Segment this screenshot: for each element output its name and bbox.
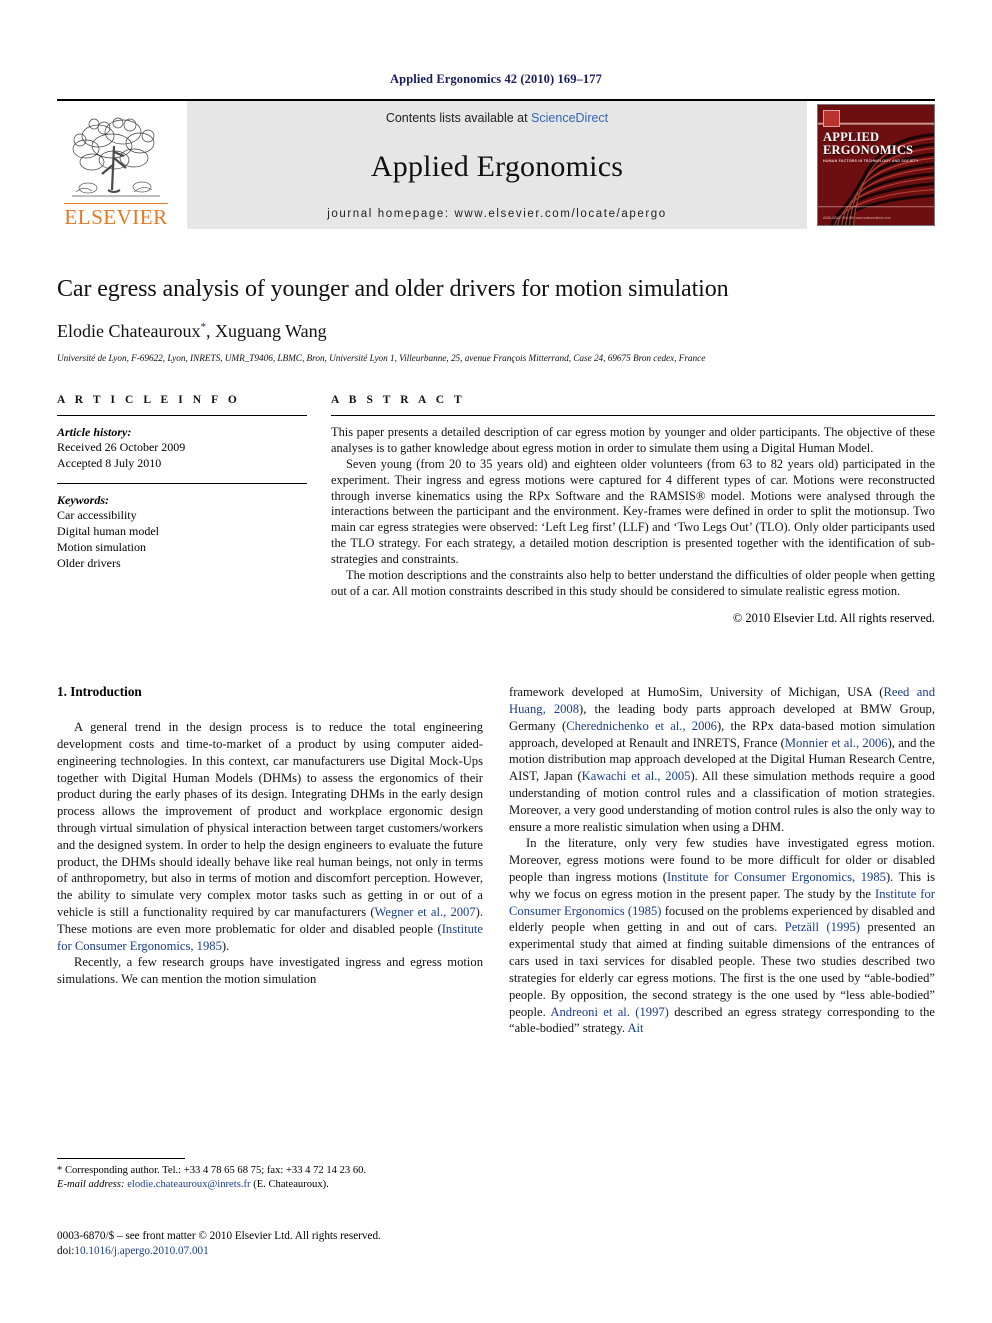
email-suffix: (E. Chateauroux). [253,1179,329,1191]
body-column-left: 1. Introduction A general trend in the d… [57,684,483,1037]
article-accepted-date: Accepted 8 July 2010 [57,455,162,470]
email-link[interactable]: elodie.chateauroux@inrets.fr [127,1179,250,1190]
citation-link[interactable]: Kawachi et al., 2005 [582,769,691,783]
doi-line: doi:10.1016/j.apergo.2010.07.001 [57,1244,577,1259]
cover-title-line2: ERGONOMICS [823,142,914,157]
cover-elsevier-mark-icon [823,110,840,127]
abstract-paragraph: Seven young (from 20 to 35 years old) an… [331,456,935,567]
keyword-item: Motion simulation [57,540,147,555]
footnote-divider [57,1158,185,1159]
citation-link[interactable]: Institute for Consumer Ergonomics, 1985 [667,870,886,884]
email-label: E-mail address: [57,1179,125,1191]
article-received-date: Received 26 October 2009 [57,439,186,454]
keyword-item: Older drivers [57,555,121,570]
body-column-right: framework developed at HumoSim, Universi… [509,684,935,1037]
journal-cover-thumbnail: APPLIED ERGONOMICS HUMAN FACTORS IN TECH… [817,104,935,226]
author-list: Elodie Chateauroux*, Xuguang Wang [57,321,935,342]
abstract-paragraph: The motion descriptions and the constrai… [331,568,935,599]
elsevier-tree-icon [72,117,160,197]
doi-label: doi: [57,1245,75,1258]
affiliation: Université de Lyon, F-69622, Lyon, INRET… [57,353,706,364]
abstract-copyright: © 2010 Elsevier Ltd. All rights reserved… [732,611,935,626]
masthead-center-panel: Contents lists available at ScienceDirec… [187,101,807,229]
paper-page: Applied Ergonomics 42 (2010) 169–177 ELS… [0,0,992,1323]
page-title: Car egress analysis of younger and older… [57,276,729,302]
paragraph: Recently, a few research groups have inv… [57,955,483,987]
keyword-item: Digital human model [57,524,159,539]
citation-link[interactable]: Ait [627,1021,643,1035]
cover-footer-text: AVAILABLE ONLINE www.sciencedirect.com [823,215,891,220]
article-info-column: A R T I C L E I N F O Article history: R… [57,394,307,626]
section-heading-introduction: 1. Introduction [57,684,142,700]
divider [57,483,307,485]
cover-subtitle: HUMAN FACTORS IN TECHNOLOGY AND SOCIETY [823,159,919,163]
sciencedirect-link[interactable]: ScienceDirect [531,111,608,125]
contents-available-line: Contents lists available at ScienceDirec… [386,111,608,125]
abstract-body: This paper presents a detailed descripti… [331,425,935,600]
title-block: Car egress analysis of younger and older… [57,275,935,364]
footnote-block: * Corresponding author. Tel.: +33 4 78 6… [57,1158,483,1193]
corresponding-author-note: * Corresponding author. Tel.: +33 4 78 6… [57,1165,367,1176]
abstract-heading: A B S T R A C T [331,393,466,406]
elsevier-wordmark: ELSEVIER [64,202,168,229]
citation-link[interactable]: Cherednichenko et al., 2006 [566,719,717,733]
elsevier-logo: ELSEVIER [57,101,175,229]
frontmatter-block: 0003-6870/$ – see front matter © 2010 El… [57,1229,577,1259]
body-text-right: framework developed at HumoSim, Universi… [509,684,935,1037]
abstract-paragraph: This paper presents a detailed descripti… [331,424,935,455]
citation-link[interactable]: Reed and Huang, 2008 [509,685,935,716]
journal-homepage-line[interactable]: journal homepage: www.elsevier.com/locat… [327,208,667,220]
paragraph: In the literature, only very few studies… [509,836,935,1036]
doi-link[interactable]: 10.1016/j.apergo.2010.07.001 [74,1245,208,1257]
citation-link[interactable]: Andreoni et al. (1997) [550,1005,669,1019]
abstract-column: A B S T R A C T This paper presents a de… [331,394,935,626]
citation-link[interactable]: Institute for Consumer Ergonomics (1985) [509,887,935,918]
divider [57,414,307,416]
body-region: 1. Introduction A general trend in the d… [57,684,935,1037]
cover-title-line1: APPLIED [823,130,880,144]
keywords-label: Keywords: [57,493,109,508]
corresponding-author-marker: * [200,320,206,333]
issn-copyright-line: 0003-6870/$ – see front matter © 2010 El… [57,1230,381,1242]
citation-link[interactable]: Institute for Consumer Ergonomics, 1985 [57,922,483,953]
article-history-label: Article history: [57,424,132,439]
email-note: E-mail address: elodie.chateauroux@inret… [57,1178,483,1192]
journal-title: Applied Ergonomics [370,149,624,183]
keyword-item: Car accessibility [57,508,137,523]
contents-prefix: Contents lists available at [385,111,532,125]
citation-link[interactable]: Monnier et al., 2006 [785,736,888,750]
authors-names: Elodie Chateauroux*, Xuguang Wang [57,320,327,341]
citation-link[interactable]: Petzäll (1995) [785,920,860,934]
body-text-left: A general trend in the design process is… [57,719,483,988]
info-abstract-region: A R T I C L E I N F O Article history: R… [57,394,935,626]
running-head: Applied Ergonomics 42 (2010) 169–177 [390,72,602,86]
cover-title: APPLIED ERGONOMICS [823,131,913,156]
paragraph: A general trend in the design process is… [57,720,483,953]
journal-masthead: ELSEVIER Contents lists available at Sci… [57,99,935,229]
divider [331,414,935,416]
paragraph: framework developed at HumoSim, Universi… [509,685,935,834]
article-info-heading: A R T I C L E I N F O [57,393,241,406]
citation-link[interactable]: Wegner et al., 2007 [375,905,476,919]
